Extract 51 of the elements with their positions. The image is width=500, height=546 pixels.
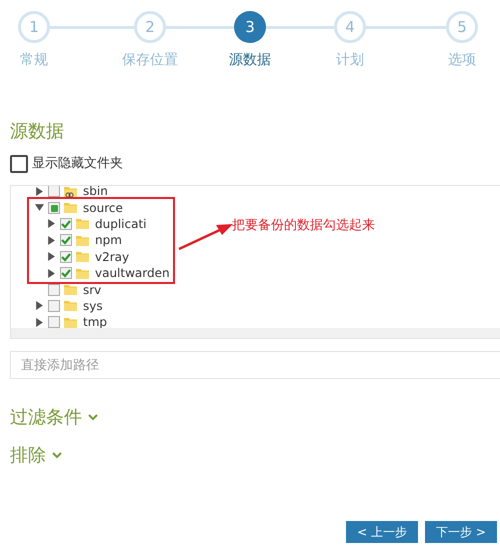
tree-item-label[interactable]: duplicati [95,214,146,233]
tree-item-label[interactable]: tmp [83,313,108,332]
expand-triangle-icon[interactable] [35,318,44,327]
previous-button[interactable]: < 上一步 [346,521,418,543]
checkbox-label: 显示隐藏文件夹 [32,155,123,174]
path-input-field[interactable]: 直接添加路径 [11,352,500,378]
tree-checkbox[interactable] [48,284,60,296]
folder-icon [76,218,89,230]
tree-row[interactable]: srv [11,281,500,298]
annotation-text: 把要备份的数据勾选起来 [232,217,375,235]
step-label: 计划 [336,51,364,70]
expand-triangle-icon[interactable] [47,236,56,245]
tree-item-label[interactable]: npm [95,231,122,250]
folder-icon [64,316,77,328]
step-label: 选项 [448,51,476,70]
tree-checkbox[interactable] [60,218,72,230]
tree-item-label[interactable]: sys [83,296,103,315]
expand-triangle-icon[interactable] [35,186,44,196]
expand-triangle-icon[interactable] [47,252,56,262]
section-title: 源数据 [9,120,65,144]
chevron-icon[interactable] [88,414,98,420]
folder-icon [64,300,77,312]
tree-checkbox[interactable] [60,267,72,280]
folder-icon [64,284,77,296]
expand-triangle-icon[interactable] [35,301,44,310]
collapse-triangle-icon[interactable] [35,203,44,212]
horizontal-scrollbar[interactable] [11,328,500,338]
expand-triangle-icon[interactable] [47,219,56,228]
step-label: 保存位置 [122,51,178,70]
folder-icon [76,234,89,246]
chevron-icon[interactable] [52,452,62,458]
tree-item-label[interactable]: source [83,198,123,217]
folder-icon [76,268,89,279]
tree-item-label[interactable]: srv [83,280,102,299]
tree-checkbox[interactable] [48,300,60,312]
step-label: 源数据 [229,51,271,70]
annotation-arrow [178,224,233,250]
tree-checkbox[interactable] [60,250,72,263]
folder-icon [76,251,89,262]
tree-item-label[interactable]: vaultwarden [95,264,170,282]
tree-checkbox[interactable] [48,186,60,198]
tree-checkbox[interactable] [60,234,72,246]
expand-triangle-icon[interactable] [47,268,56,278]
checkbox[interactable] [10,155,28,173]
tree-checkbox[interactable] [48,202,60,214]
step-label: 常规 [20,51,48,70]
folder-icon [64,202,77,214]
tree-item-label[interactable]: v2ray [95,248,130,266]
tree-checkbox[interactable] [48,316,60,328]
tree-item-label[interactable]: sbin [83,186,108,200]
next-button[interactable]: 下一步 > [425,521,497,543]
